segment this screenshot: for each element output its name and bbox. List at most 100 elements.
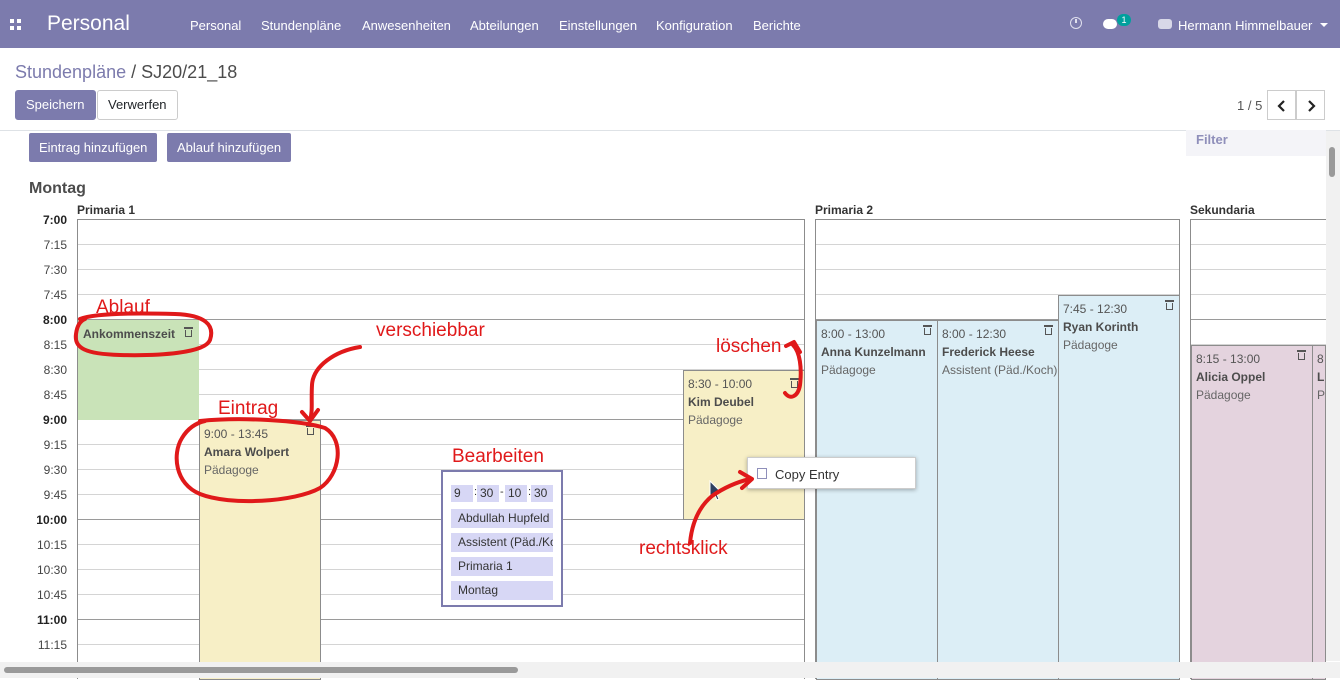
time-label: 10:45 [36,588,67,602]
entry-block[interactable]: 9:00 - 13:45 Amara Wolpert Pädagoge [199,420,321,680]
pager-value[interactable]: 1 / 5 [1237,98,1262,113]
mouse-cursor-icon [709,480,722,501]
entry-time: 8 [1317,352,1324,366]
activity-clock-icon[interactable] [1070,17,1082,29]
menu-personal[interactable]: Personal [190,18,241,33]
entry-block[interactable]: 8 L P [1312,345,1326,680]
menu-konfiguration[interactable]: Konfiguration [656,18,733,33]
time-label: 7:45 [43,288,67,302]
grid-line [78,269,804,270]
add-entry-button[interactable]: Eintrag hinzufügen [29,133,158,162]
menu-berichte[interactable]: Berichte [753,18,801,33]
add-sequence-button[interactable]: Ablauf hinzufügen [167,133,292,162]
time-separator: - [500,486,504,498]
time-label: 9:45 [43,488,67,502]
copy-entry-menu-item[interactable]: Copy Entry [775,467,839,482]
discard-button[interactable]: Verwerfen [97,90,178,120]
entry-role: Pädagoge [821,363,876,377]
trash-icon[interactable] [1297,350,1306,361]
entry-block[interactable]: 8:30 - 10:00 Kim Deubel Pädagoge [683,370,805,520]
entry-name: Alicia Oppel [1196,370,1266,384]
trash-icon[interactable] [184,327,193,338]
role-select[interactable]: Assistent (Päd./Koch) [451,533,553,552]
entry-time: 9:00 - 13:45 [204,427,269,441]
entry-time: 8:00 - 12:30 [942,327,1007,341]
annotation-ablauf: Ablauf [96,297,150,318]
entry-role: P [1317,388,1326,402]
chat-icon[interactable] [1103,19,1117,29]
entry-time: 8:00 - 13:00 [821,327,886,341]
column-title-sekundaria: Sekundaria [1190,203,1255,217]
sequence-block[interactable]: Ankommenszeit [78,320,199,420]
menu-einstellungen[interactable]: Einstellungen [559,18,637,33]
entry-time: 7:45 - 12:30 [1063,302,1128,316]
menu-anwesenheiten[interactable]: Anwesenheiten [362,18,451,33]
breadcrumb-separator: / [131,62,137,82]
room-select[interactable]: Primaria 1 [451,557,553,576]
start-hour-input[interactable]: 9 [451,485,473,502]
menu-stundenplaene[interactable]: Stundenpläne [261,18,341,33]
time-label: 10:15 [36,538,67,552]
time-label: 11:15 [37,638,67,652]
entry-name: Amara Wolpert [204,445,290,459]
entry-block[interactable]: 8:00 - 12:30 Frederick Heese Assistent (… [937,320,1059,680]
time-label: 9:15 [43,438,67,452]
trash-icon[interactable] [306,425,315,436]
chevron-left-icon [1277,100,1285,112]
filter-panel[interactable]: Filter [1186,130,1326,156]
trash-icon[interactable] [1165,300,1174,311]
caret-down-icon[interactable] [1320,23,1328,27]
annotation-verschiebbar: verschiebbar [376,320,485,341]
employee-select[interactable]: Abdullah Hupfeld [451,509,553,528]
horizontal-scrollbar[interactable] [0,662,1340,678]
grid-line [1191,319,1330,320]
time-label: 11:00 [36,613,67,627]
end-hour-input[interactable]: 10 [505,485,527,502]
chat-count-badge: 1 [1117,14,1131,26]
end-minute-input[interactable]: 30 [531,485,553,502]
day-title: Montag [29,180,86,197]
context-menu: Copy Entry [747,457,916,489]
entry-name: Frederick Heese [942,345,1035,359]
app-brand[interactable]: Personal [47,12,130,36]
time-label: 7:15 [43,238,67,252]
entry-role: Pädagoge [204,463,259,477]
entry-block[interactable]: 8:15 - 13:00 Alicia Oppel Pädagoge [1191,345,1313,680]
annotation-eintrag: Eintrag [218,398,279,419]
pager-next-button[interactable] [1296,90,1325,120]
trash-icon[interactable] [790,378,799,389]
entry-block[interactable]: 8:00 - 13:00 Anna Kunzelmann Pädagoge [816,320,938,680]
grid-line [1191,294,1330,295]
annotation-bearbeiten: Bearbeiten [452,446,544,467]
time-label: 8:00 [42,313,67,327]
time-label: 7:30 [43,263,67,277]
day-select[interactable]: Montag [451,581,553,600]
save-button[interactable]: Speichern [15,90,96,120]
breadcrumb-parent[interactable]: Stundenpläne [15,62,126,82]
entry-block[interactable]: 7:45 - 12:30 Ryan Korinth Pädagoge [1058,295,1180,680]
grid-line [816,244,1179,245]
trash-icon[interactable] [923,325,932,336]
start-minute-input[interactable]: 30 [477,485,499,502]
pager-previous-button[interactable] [1267,90,1296,120]
annotation-rechtsklick: rechtsklick [639,538,728,559]
user-avatar-icon[interactable] [1158,19,1172,29]
top-navbar: Personal Personal Stundenpläne Anwesenhe… [0,0,1340,48]
breadcrumb: Stundenpläne / SJ20/21_18 [15,62,237,83]
grid-line [78,619,804,620]
apps-grid-icon[interactable] [10,19,21,30]
grid-line [816,269,1179,270]
trash-icon[interactable] [1044,325,1053,336]
chevron-right-icon [1308,100,1316,112]
grid-line [1191,244,1330,245]
menu-abteilungen[interactable]: Abteilungen [470,18,539,33]
time-label: 8:30 [43,363,67,377]
control-panel-divider [0,130,1340,131]
vertical-scrollbar[interactable] [1326,131,1340,661]
user-menu[interactable]: Hermann Himmelbauer [1178,18,1312,33]
horizontal-scroll-thumb[interactable] [4,667,518,673]
edit-entry-popup[interactable]: 9 : 30 - 10 : 30 Abdullah Hupfeld Assist… [441,470,563,607]
filter-label: Filter [1196,132,1228,147]
entry-time: 8:30 - 10:00 [688,377,753,391]
vertical-scroll-thumb[interactable] [1329,147,1335,177]
